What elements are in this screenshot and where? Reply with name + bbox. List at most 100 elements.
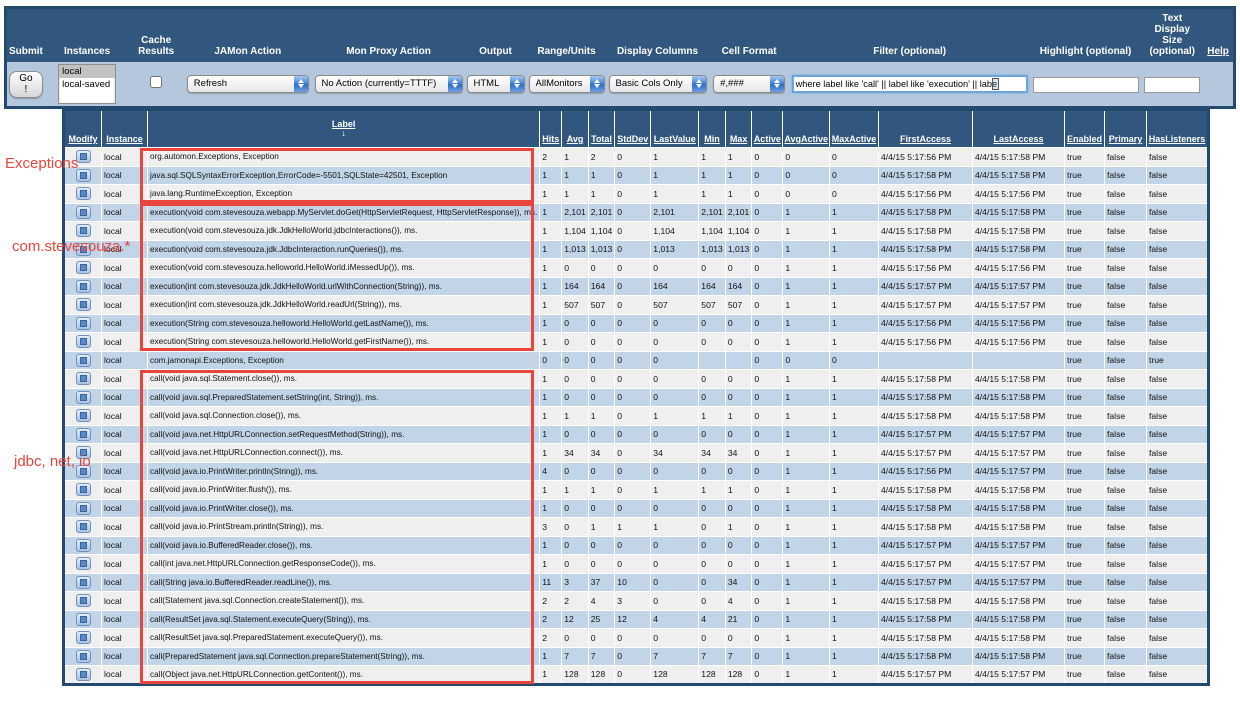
modify-button[interactable] <box>75 538 91 552</box>
modify-button[interactable] <box>75 575 91 589</box>
column-header-stddev[interactable]: StdDev <box>614 109 652 148</box>
go-button[interactable]: Go ! <box>9 70 43 98</box>
column-header-modify[interactable]: Modify <box>63 109 102 148</box>
monitor-table-container: Modify Instance Label ↓ Hits Avg Total StdDev La… <box>62 108 1211 686</box>
cell-lastvalue: 0 <box>650 554 700 574</box>
highlight-input[interactable] <box>1032 77 1139 94</box>
modify-button[interactable] <box>75 372 91 386</box>
sort-link-lastvalue[interactable]: LastValue <box>654 134 696 144</box>
modify-button[interactable] <box>75 501 91 515</box>
instances-listbox[interactable]: local local-saved <box>58 64 117 104</box>
sort-link-maxactive[interactable]: MaxActive <box>832 134 877 144</box>
column-header-haslisteners[interactable]: HasListeners <box>1146 109 1210 148</box>
cell-primary: false <box>1104 184 1148 204</box>
cell-max: 0 <box>724 258 753 278</box>
cell-modify <box>63 221 102 241</box>
modify-button[interactable] <box>75 205 91 219</box>
column-header-avg[interactable]: Avg <box>561 109 589 148</box>
modify-button[interactable] <box>75 631 91 645</box>
sort-link-total[interactable]: Total <box>591 134 612 144</box>
instances-option-local-saved[interactable]: local-saved <box>59 78 115 91</box>
modify-button[interactable] <box>75 409 91 423</box>
sort-link-lastaccess[interactable]: LastAccess <box>993 134 1043 144</box>
cell-hits: 1 <box>539 535 563 555</box>
sort-link-avgactive[interactable]: AvgActive <box>784 134 828 144</box>
cell-modify <box>63 591 102 611</box>
cell-stddev: 0 <box>614 350 652 370</box>
cell-max: 7 <box>724 646 753 666</box>
column-header-lastaccess[interactable]: LastAccess <box>972 109 1066 148</box>
column-header-hits[interactable]: Hits <box>539 109 563 148</box>
modify-button[interactable] <box>75 242 91 256</box>
modify-button[interactable] <box>75 483 91 497</box>
column-header-total[interactable]: Total <box>587 109 616 148</box>
modify-button[interactable] <box>75 187 91 201</box>
sort-link-stddev[interactable]: StdDev <box>617 134 648 144</box>
modify-button[interactable] <box>75 520 91 534</box>
sort-link-max[interactable]: Max <box>730 134 748 144</box>
modify-button[interactable] <box>75 224 91 238</box>
modify-button[interactable] <box>75 649 91 663</box>
display-columns-select[interactable]: Basic Cols Only <box>608 74 707 93</box>
sort-link-instance[interactable]: Instance <box>106 134 143 144</box>
sort-link-enabled[interactable]: Enabled <box>1067 134 1102 144</box>
modify-button[interactable] <box>75 594 91 608</box>
modify-icon <box>79 356 87 364</box>
column-header-maxactive[interactable]: MaxActive <box>829 109 880 148</box>
column-header-enabled[interactable]: Enabled <box>1064 109 1106 148</box>
cell-avgactive: 1 <box>782 313 831 333</box>
sort-link-modify[interactable]: Modify <box>69 134 98 144</box>
column-header-instance[interactable]: Instance <box>101 109 148 148</box>
sort-link-primary[interactable]: Primary <box>1109 134 1143 144</box>
modify-button[interactable] <box>75 298 91 312</box>
modify-button[interactable] <box>75 168 91 182</box>
range-units-select[interactable]: AllMonitors <box>528 74 605 93</box>
modify-button[interactable] <box>75 557 91 571</box>
cell-stddev: 0 <box>614 554 652 574</box>
column-header-min[interactable]: Min <box>698 109 726 148</box>
output-select[interactable]: HTML <box>466 74 525 93</box>
column-header-firstaccess[interactable]: FirstAccess <box>878 109 974 148</box>
text-display-size-input[interactable] <box>1144 77 1201 94</box>
cell-lastaccess: 4/4/15 5:17:56 PM <box>972 332 1066 352</box>
modify-button[interactable] <box>75 667 91 681</box>
cell-avg: 1 <box>561 406 589 426</box>
cell-max: 0 <box>724 313 753 333</box>
sort-link-avg[interactable]: Avg <box>567 134 584 144</box>
cell-active: 0 <box>751 517 784 537</box>
cell-format-select[interactable]: #,### <box>713 74 786 93</box>
modify-button[interactable] <box>75 390 91 404</box>
modify-button[interactable] <box>75 353 91 367</box>
sort-link-active[interactable]: Active <box>754 134 781 144</box>
column-header-lastvalue[interactable]: LastValue <box>650 109 700 148</box>
modify-button[interactable] <box>75 150 91 164</box>
mon-proxy-action-select[interactable]: No Action (currently=TTTF) <box>314 74 463 93</box>
column-header-max[interactable]: Max <box>724 109 753 148</box>
column-header-active[interactable]: Active <box>751 109 784 148</box>
cell-lastaccess: 4/4/15 5:17:56 PM <box>972 258 1066 278</box>
modify-button[interactable] <box>75 335 91 349</box>
modify-button[interactable] <box>75 316 91 330</box>
sort-link-min[interactable]: Min <box>704 134 720 144</box>
cache-results-checkbox[interactable] <box>150 76 163 88</box>
modify-button[interactable] <box>75 261 91 275</box>
modify-button[interactable] <box>75 612 91 626</box>
help-link[interactable]: Help <box>1207 46 1229 57</box>
instances-option-local[interactable]: local <box>59 65 116 78</box>
cell-enabled: true <box>1064 369 1106 389</box>
filter-input[interactable]: where label like 'call' || label like 'e… <box>791 75 1028 93</box>
modify-button[interactable] <box>75 279 91 293</box>
monitor-row: local org.automon.Exceptions, Exception 2 1… <box>63 147 1210 167</box>
column-header-primary[interactable]: Primary <box>1104 109 1148 148</box>
modify-button[interactable] <box>75 464 91 478</box>
column-header-avgactive[interactable]: AvgActive <box>782 109 831 148</box>
sort-link-firstaccess[interactable]: FirstAccess <box>900 134 951 144</box>
modify-button[interactable] <box>75 427 91 441</box>
sort-link-hits[interactable]: Hits <box>542 134 559 144</box>
column-header-label[interactable]: Label ↓ <box>146 109 541 148</box>
cell-total: 507 <box>587 295 616 315</box>
jamon-action-select[interactable]: Refresh <box>186 74 309 93</box>
modify-button[interactable] <box>75 446 91 460</box>
sort-link-haslisteners[interactable]: HasListeners <box>1149 134 1206 144</box>
monitor-row: local call(void java.net.HttpURLConnectio… <box>63 424 1210 444</box>
